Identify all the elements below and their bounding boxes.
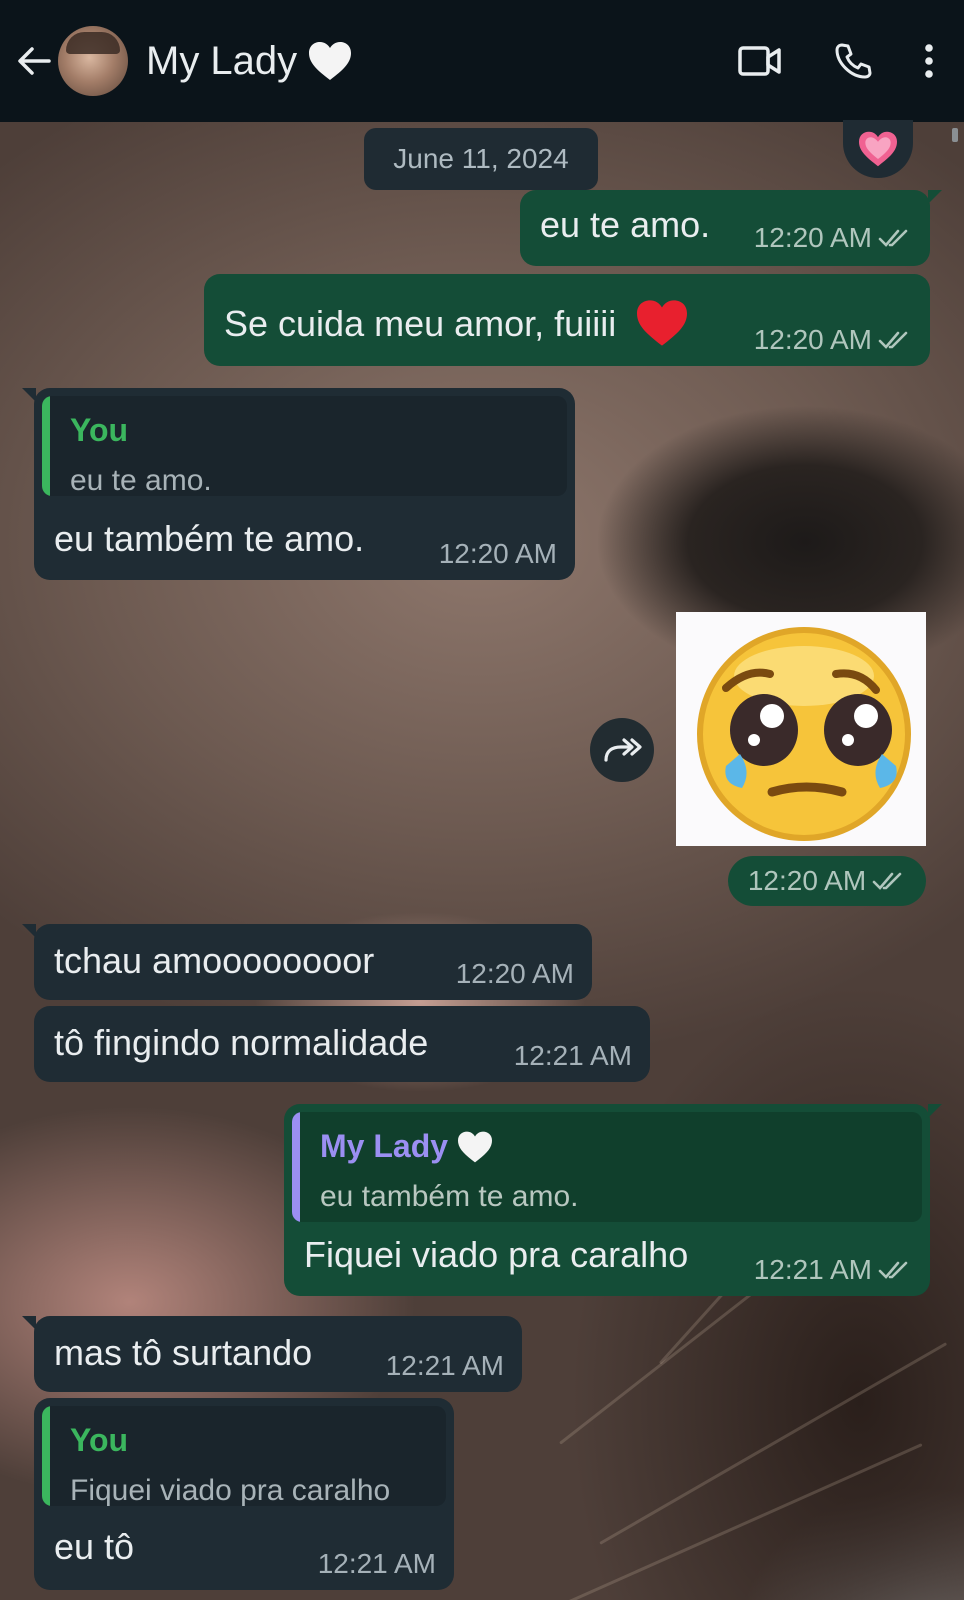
quote-author: My Lady <box>320 1128 494 1165</box>
arrow-left-icon <box>18 47 51 75</box>
more-options-button[interactable] <box>924 44 934 78</box>
white-heart-icon <box>458 1131 493 1162</box>
quote-bar <box>42 1406 50 1506</box>
quote-author: You <box>70 412 129 448</box>
double-check-icon <box>878 229 908 247</box>
forward-icon <box>604 738 642 762</box>
contact-name-label: My Lady <box>146 38 298 83</box>
double-check-icon <box>878 331 908 349</box>
quote-bar <box>42 396 50 496</box>
message-bubble[interactable]: Se cuida meu amor, fuiiii 12:20 AM <box>204 274 930 366</box>
message-bubble[interactable]: mas tô surtando 12:21 AM <box>22 1316 522 1392</box>
contact-name[interactable]: My Lady <box>146 39 353 84</box>
quote-bar <box>292 1112 300 1222</box>
message-text: Fiquei viado pra caralho <box>304 1234 689 1275</box>
more-options-icon <box>925 44 933 78</box>
message-meta: 12:21 AM <box>754 1254 912 1286</box>
message-time: 12:21 AM <box>513 1040 632 1071</box>
double-check-icon <box>872 872 902 890</box>
message-meta: 12:20 AM <box>754 222 912 254</box>
back-button[interactable] <box>16 41 52 81</box>
forward-button[interactable] <box>590 718 654 782</box>
message-time: 12:20 AM <box>747 865 867 896</box>
avatar[interactable] <box>58 26 128 96</box>
chat-header: My Lady <box>0 0 964 122</box>
message-meta: 12:20 AM <box>728 856 926 906</box>
white-heart-icon <box>309 42 352 80</box>
message-text: eu tô <box>54 1526 135 1567</box>
message-bubble[interactable]: You eu te amo. eu também te amo. 12:20 A… <box>22 388 575 580</box>
quoted-message[interactable]: You eu te amo. <box>42 396 567 496</box>
message-bubble[interactable]: tô fingindo normalidade 12:21 AM <box>34 1006 650 1082</box>
quote-text: Fiquei viado pra caralho <box>70 1474 391 1506</box>
message-text: eu também te amo. <box>54 518 365 559</box>
message-time: 12:20 AM <box>455 958 574 989</box>
message-time: 12:20 AM <box>753 324 872 355</box>
scrollbar[interactable] <box>952 128 958 142</box>
quoted-message[interactable]: You Fiquei viado pra caralho <box>42 1406 446 1506</box>
pleading-face-sticker <box>697 627 911 841</box>
message-bubble[interactable]: My Lady eu também te amo. Fiquei viado p… <box>284 1104 942 1296</box>
double-check-icon <box>878 1261 908 1279</box>
message-bubble[interactable]: eu te amo. 12:20 AM <box>520 190 942 266</box>
quoted-message[interactable]: My Lady eu também te amo. <box>292 1112 922 1222</box>
video-call-button[interactable] <box>738 45 782 77</box>
message-time: 12:21 AM <box>385 1350 504 1381</box>
message-time: 12:20 AM <box>753 222 872 253</box>
video-call-icon <box>738 46 781 76</box>
message-text: tchau amoooooooor <box>54 940 375 981</box>
message-text: tô fingindo normalidade <box>54 1022 429 1063</box>
message-text: mas tô surtando <box>54 1332 313 1373</box>
message-time: 12:21 AM <box>753 1254 872 1285</box>
sticker-message[interactable] <box>676 612 926 846</box>
message-text: Se cuida meu amor, fuiiii <box>224 298 690 348</box>
message-text: eu te amo. <box>540 204 711 245</box>
voice-call-button[interactable] <box>834 42 872 80</box>
quote-text: eu te amo. <box>70 464 212 496</box>
quote-author: You <box>70 1422 129 1458</box>
quote-text: eu também te amo. <box>320 1180 579 1213</box>
message-time: 12:21 AM <box>317 1548 436 1579</box>
red-heart-icon <box>637 300 688 346</box>
message-bubble[interactable]: You Fiquei viado pra caralho eu tô 12:21… <box>34 1398 454 1590</box>
message-bubble[interactable]: tchau amoooooooor 12:20 AM <box>22 924 592 1000</box>
message-meta: 12:20 AM <box>754 324 912 356</box>
message-time: 12:20 AM <box>438 538 557 569</box>
date-separator: June 11, 2024 <box>364 128 598 190</box>
voice-call-icon <box>835 43 872 79</box>
pink-heart-icon <box>859 131 897 167</box>
